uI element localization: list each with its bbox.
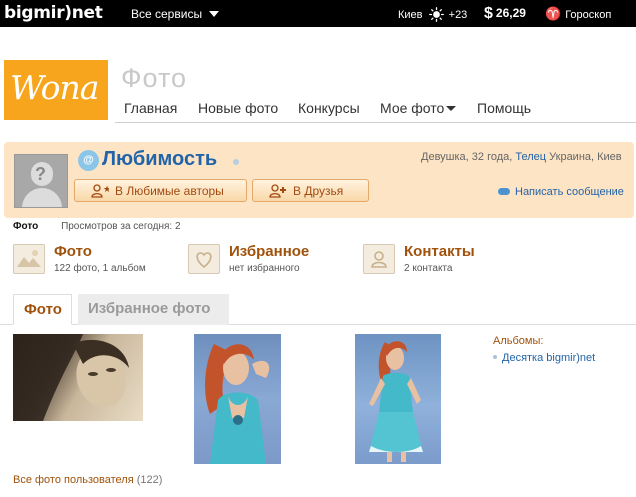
- nav-help[interactable]: Помощь: [477, 100, 531, 116]
- nav-my-photo[interactable]: Мое фото: [380, 100, 457, 116]
- section-favorites-title: Избранное: [229, 243, 310, 260]
- nav-home[interactable]: Главная: [124, 100, 177, 116]
- add-friend-label: В Друзья: [293, 184, 344, 198]
- section-favorites-subtitle: нет избранного: [229, 263, 300, 274]
- add-favorite-author-button[interactable]: ★ В Любимые авторы: [74, 179, 247, 202]
- section-contacts-subtitle: 2 контакта: [404, 263, 453, 274]
- wona-logo-text: Wona: [10, 68, 99, 107]
- all-photos-line: Все фото пользователя (122): [13, 474, 162, 486]
- aries-icon: ♈: [545, 6, 562, 21]
- top-bar: bigmir)net Все сервисы Киев +23 $26,29 ♈…: [0, 0, 636, 27]
- section-title: Фото: [121, 63, 188, 93]
- bullet-icon: [493, 355, 497, 359]
- online-indicator-icon: [233, 159, 239, 165]
- photo-thumbnail[interactable]: [355, 334, 441, 464]
- chevron-down-icon: [209, 11, 220, 17]
- avatar[interactable]: ?: [14, 154, 68, 208]
- section-photos-subtitle: 122 фото, 1 альбом: [54, 263, 146, 274]
- add-friend-button[interactable]: В Друзья: [252, 179, 369, 202]
- horoscope-link[interactable]: ♈ Гороскоп: [545, 6, 611, 22]
- profile-name: Любимость: [102, 148, 218, 170]
- currency-widget[interactable]: $26,29: [484, 5, 526, 23]
- dollar-icon: $: [484, 5, 493, 22]
- stats-line: Фото Просмотров за сегодня: 2: [13, 221, 181, 232]
- currency-rate: 26,29: [495, 6, 526, 20]
- add-favorite-author-label: В Любимые авторы: [115, 184, 224, 198]
- person-star-icon: ★: [91, 184, 109, 198]
- bigmir-logo[interactable]: bigmir)net: [4, 3, 103, 23]
- photo-tabs: Фото Избранное фото: [0, 294, 636, 325]
- album-link[interactable]: Десятка bigmir)net: [493, 352, 595, 364]
- photo-thumbnail[interactable]: [13, 334, 143, 421]
- weather-widget[interactable]: Киев +23: [398, 7, 467, 22]
- sun-icon: [428, 7, 444, 22]
- services-dropdown[interactable]: Все сервисы: [131, 7, 220, 21]
- photo-thumbnail[interactable]: [194, 334, 281, 464]
- profile-info: Девушка, 32 года, Телец Украина, Киев: [421, 151, 622, 163]
- avatar-body-shape: [22, 188, 62, 207]
- nav-new-photos[interactable]: Новые фото: [198, 100, 278, 116]
- views-today: Просмотров за сегодня: 2: [61, 221, 181, 232]
- section-contacts-title: Контакты: [404, 243, 475, 260]
- main-nav: Главная Новые фото Конкурсы Мое фото Пом…: [115, 95, 636, 123]
- heart-folder-icon: [188, 244, 220, 274]
- svg-text:★: ★: [103, 185, 109, 195]
- user-status-icon: @: [78, 150, 99, 171]
- message-bubble-icon: [498, 188, 510, 195]
- breadcrumb: Фото: [13, 221, 39, 232]
- send-message-label: Написать сообщение: [515, 186, 624, 198]
- services-label: Все сервисы: [131, 7, 203, 21]
- photo-icon: [13, 244, 45, 274]
- tab-photos[interactable]: Фото: [13, 294, 72, 325]
- profile-info-prefix: Девушка, 32 года,: [421, 151, 513, 163]
- contact-folder-icon: [363, 244, 395, 274]
- zodiac-link[interactable]: Телец: [515, 151, 546, 163]
- nav-contests[interactable]: Конкурсы: [298, 100, 360, 116]
- send-message-link[interactable]: Написать сообщение: [498, 186, 624, 198]
- album-link-label: Десятка bigmir)net: [502, 352, 596, 364]
- horoscope-label: Гороскоп: [565, 9, 612, 21]
- weather-temperature: +23: [448, 9, 468, 21]
- profile-card: ? @ Любимость Девушка, 32 года, Телец Ук…: [4, 142, 634, 218]
- weather-city: Киев: [398, 9, 423, 21]
- albums-list: Альбомы: Десятка bigmir)net: [493, 335, 595, 364]
- wona-logo[interactable]: Wona: [4, 60, 108, 120]
- albums-heading: Альбомы:: [493, 335, 544, 347]
- person-plus-icon: [269, 184, 286, 198]
- chevron-down-icon: [446, 106, 457, 111]
- profile-info-suffix: Украина, Киев: [549, 151, 622, 163]
- all-photos-link[interactable]: Все фото пользователя: [13, 474, 134, 486]
- question-mark-icon: ?: [35, 164, 46, 184]
- all-photos-count: (122): [136, 474, 163, 486]
- nav-my-photo-label: Мое фото: [380, 100, 445, 116]
- section-photos-title: Фото: [54, 243, 92, 260]
- tab-favorite-photos[interactable]: Избранное фото: [78, 294, 229, 325]
